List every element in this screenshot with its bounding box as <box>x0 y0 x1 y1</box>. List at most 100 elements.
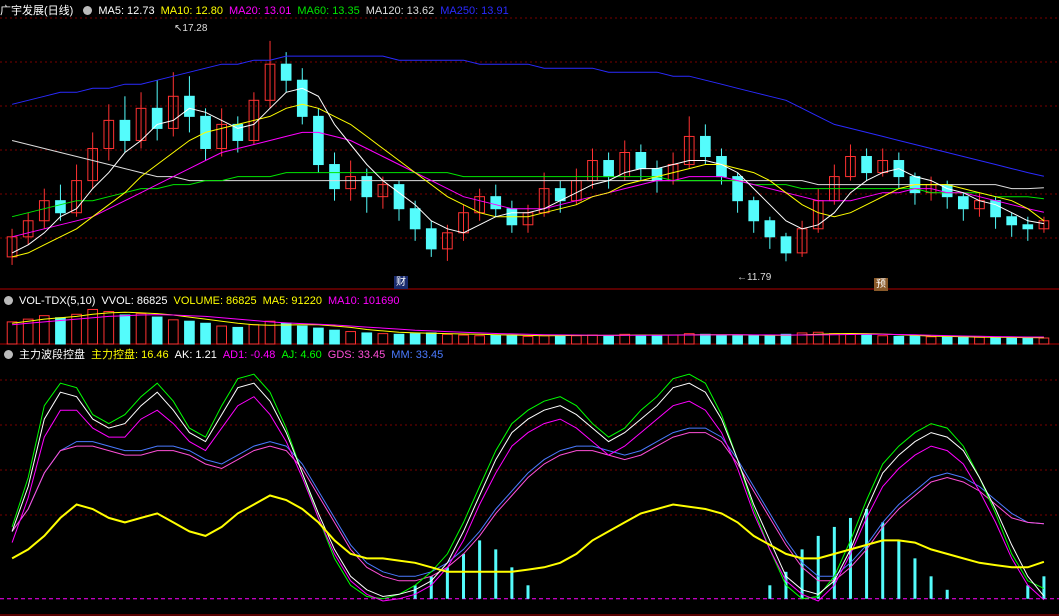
ma250-label: MA250: 13.91 <box>440 5 509 17</box>
volume-bar <box>941 336 953 345</box>
volume-bar <box>393 333 405 345</box>
low-arrow-icon: ← <box>737 272 747 283</box>
histogram-bar <box>832 526 836 599</box>
candle-down <box>409 208 421 230</box>
candle-down <box>313 115 324 166</box>
histogram-bar <box>478 540 482 599</box>
histogram-bar <box>768 585 772 599</box>
volume-ma10-line <box>12 314 1044 338</box>
volume-header: VOL-TDX(5,10) VVOL: 86825 VOLUME: 86825 MA5… <box>0 293 406 309</box>
candle-down <box>296 79 308 117</box>
gear-icon[interactable] <box>4 296 13 305</box>
volume-bar <box>716 334 727 345</box>
gear-icon[interactable] <box>4 350 13 359</box>
ma120-label: MA120: 13.62 <box>365 5 435 17</box>
indicator-panel[interactable] <box>0 373 1059 602</box>
volume-bar <box>409 333 421 345</box>
volume-bar <box>151 316 163 345</box>
price-panel[interactable] <box>6 40 1050 265</box>
volume-bar <box>700 333 711 345</box>
volume-bar <box>313 327 324 345</box>
histogram-bar <box>913 558 917 599</box>
volume-bar <box>780 333 792 345</box>
volume-bar <box>1006 337 1018 345</box>
volume-bar <box>1038 337 1050 345</box>
ak-label: AK: 1.21 <box>174 349 217 361</box>
candle-down <box>990 200 1001 218</box>
volume-bar <box>264 320 276 345</box>
aj-label: AJ: 4.60 <box>281 349 322 361</box>
volume-label: VOLUME: 86825 <box>173 295 257 307</box>
candle-down <box>700 135 711 158</box>
candle-down <box>393 184 405 210</box>
vvol-label: VVOL: 86825 <box>101 295 168 307</box>
candle-down <box>184 95 195 117</box>
candle-down <box>764 220 776 238</box>
grid-lines <box>0 17 1059 616</box>
volume-bar <box>248 324 260 345</box>
histogram-bar <box>881 522 885 599</box>
ma250-line <box>11 55 1045 177</box>
ad1-label: AD1: -0.48 <box>222 349 276 361</box>
volume-bar <box>538 335 550 345</box>
candle-down <box>1006 216 1018 226</box>
volume-bar <box>667 334 679 345</box>
volume-bar <box>845 333 856 345</box>
high-price-label: ↖17.28 <box>174 23 208 34</box>
price-header: 广宇发展(日线) MA5: 12.73 MA10: 12.80 MA20: 13.01… <box>0 3 515 19</box>
histogram-bar <box>897 540 901 599</box>
volume-bar <box>361 332 373 345</box>
volume-bar <box>1022 337 1034 345</box>
candle-down <box>119 119 131 141</box>
ma5-label: MA5: 12.73 <box>98 5 155 17</box>
ma10-label: MA10: 12.80 <box>160 5 223 17</box>
candle-down <box>151 107 163 129</box>
candle-down <box>635 152 647 170</box>
volume-bar <box>458 334 469 345</box>
main-ctrl-line <box>11 494 1045 573</box>
histogram-bar <box>462 553 466 599</box>
candle-down <box>329 164 340 190</box>
volume-bar <box>571 335 582 345</box>
histogram-bar <box>526 585 530 599</box>
histogram-bar <box>929 576 933 599</box>
histogram-bar <box>865 508 869 599</box>
volume-bar <box>490 334 502 345</box>
badge-yu[interactable]: 预 <box>874 278 888 291</box>
candle-down <box>861 156 872 174</box>
volume-panel[interactable] <box>6 308 1050 345</box>
vol-indicator-name[interactable]: VOL-TDX(5,10) <box>19 295 95 307</box>
gds-line <box>11 432 1044 582</box>
indicator-name[interactable]: 主力波段控盘 <box>19 349 85 361</box>
histogram-bar <box>413 585 417 599</box>
badge-cai[interactable]: 财 <box>394 276 408 289</box>
volume-bar <box>119 314 131 345</box>
volume-bar <box>167 319 179 345</box>
volume-bar <box>748 335 760 345</box>
gear-icon[interactable] <box>83 6 93 15</box>
volume-bar <box>522 335 534 345</box>
mm-label: MM: 33.45 <box>391 349 444 361</box>
volume-bar <box>506 335 518 345</box>
volume-bar <box>957 336 969 345</box>
volume-bar <box>925 336 937 345</box>
volume-bar <box>732 335 743 345</box>
histogram-bar <box>494 549 498 599</box>
volume-bar <box>55 317 66 345</box>
candle-down <box>1022 224 1034 230</box>
volume-bar <box>6 321 18 345</box>
aj-line <box>11 373 1045 600</box>
volume-bar <box>877 335 889 345</box>
ma20-label: MA20: 13.01 <box>228 5 292 17</box>
volume-bar <box>135 313 147 345</box>
candle-down <box>55 200 66 214</box>
volume-bar <box>377 333 389 345</box>
volume-bar <box>764 334 776 345</box>
candle-down <box>651 168 663 182</box>
volume-bar <box>200 322 211 345</box>
volume-bar <box>603 335 614 345</box>
volume-bar <box>861 334 872 345</box>
low-price-label: ←11.79 <box>737 272 772 283</box>
volume-bar <box>990 337 1001 345</box>
stock-title[interactable]: 广宇发展(日线) <box>0 5 73 17</box>
